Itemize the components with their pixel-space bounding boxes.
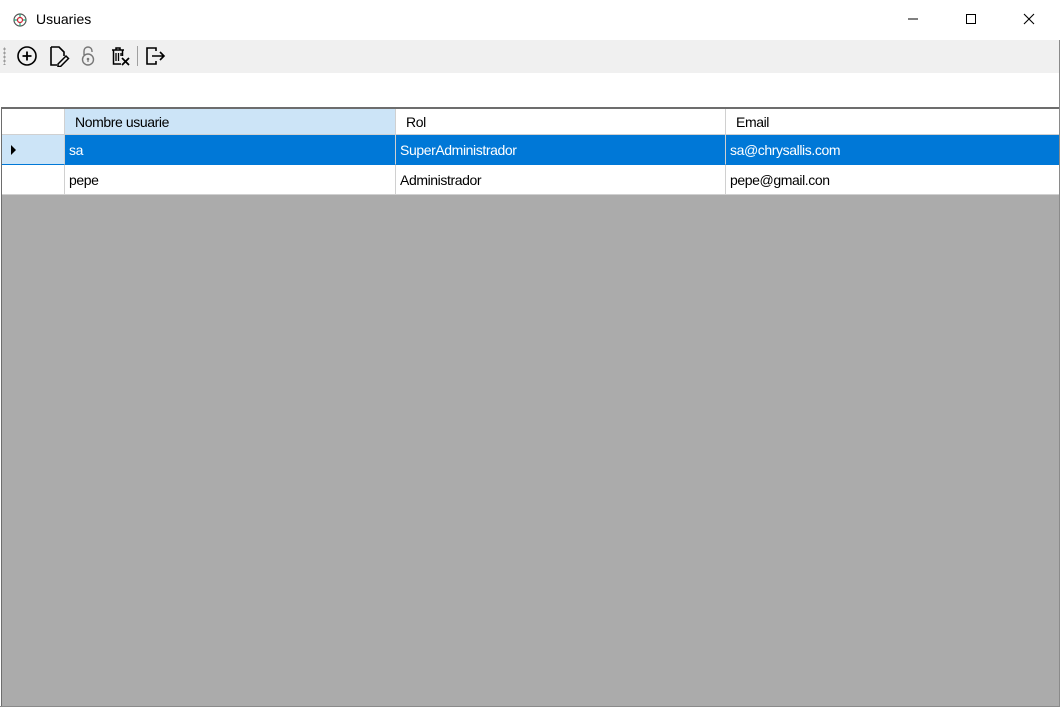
delete-button[interactable] bbox=[108, 45, 132, 69]
column-header-nombre[interactable]: Nombre usuarie bbox=[65, 109, 396, 135]
column-header-email[interactable]: Email bbox=[726, 109, 1059, 135]
cell-nombre[interactable]: pepe bbox=[65, 165, 396, 195]
row-header[interactable] bbox=[2, 165, 65, 195]
users-grid[interactable]: Nombre usuarie Rol Email sa SuperAdminis… bbox=[1, 107, 1059, 706]
edit-button[interactable] bbox=[47, 45, 71, 69]
close-button[interactable] bbox=[1000, 0, 1058, 40]
delete-icon bbox=[109, 45, 131, 70]
window-title: Usuaries bbox=[36, 11, 92, 27]
toolbar bbox=[0, 40, 1059, 73]
add-button[interactable] bbox=[15, 45, 39, 69]
maximize-icon bbox=[965, 13, 977, 28]
exit-button[interactable] bbox=[143, 45, 167, 69]
cell-nombre[interactable]: sa bbox=[65, 135, 396, 165]
close-icon bbox=[1023, 13, 1035, 28]
add-circle-icon bbox=[16, 45, 38, 70]
table-row[interactable]: pepe Administrador pepe@gmail.con bbox=[2, 165, 1059, 195]
grid-header: Nombre usuarie Rol Email bbox=[2, 109, 1059, 135]
exit-icon bbox=[144, 45, 166, 70]
cell-rol[interactable]: Administrador bbox=[396, 165, 726, 195]
column-header-rol[interactable]: Rol bbox=[396, 109, 726, 135]
maximize-button[interactable] bbox=[942, 0, 1000, 40]
unlock-icon bbox=[77, 45, 99, 70]
title-bar[interactable]: Usuaries bbox=[0, 0, 1060, 40]
edit-document-icon bbox=[48, 45, 70, 70]
toolbar-grip[interactable] bbox=[3, 47, 6, 65]
table-row[interactable]: sa SuperAdministrador sa@chrysallis.com bbox=[2, 135, 1059, 165]
usuaries-window: Usuaries Nombre usuarie Rol Email sa Sup… bbox=[0, 0, 1060, 707]
app-logo-icon bbox=[12, 12, 28, 28]
row-header-corner[interactable] bbox=[2, 109, 65, 135]
cell-email[interactable]: sa@chrysallis.com bbox=[726, 135, 1059, 165]
row-header[interactable] bbox=[2, 135, 65, 165]
reset-password-button[interactable] bbox=[76, 45, 100, 69]
minimize-button[interactable] bbox=[884, 0, 942, 40]
minimize-icon bbox=[907, 13, 919, 28]
current-row-arrow-icon bbox=[11, 144, 16, 155]
cell-rol[interactable]: SuperAdministrador bbox=[396, 135, 726, 165]
toolbar-spacer bbox=[0, 73, 1059, 107]
cell-email[interactable]: pepe@gmail.con bbox=[726, 165, 1059, 195]
toolbar-separator bbox=[137, 46, 138, 66]
